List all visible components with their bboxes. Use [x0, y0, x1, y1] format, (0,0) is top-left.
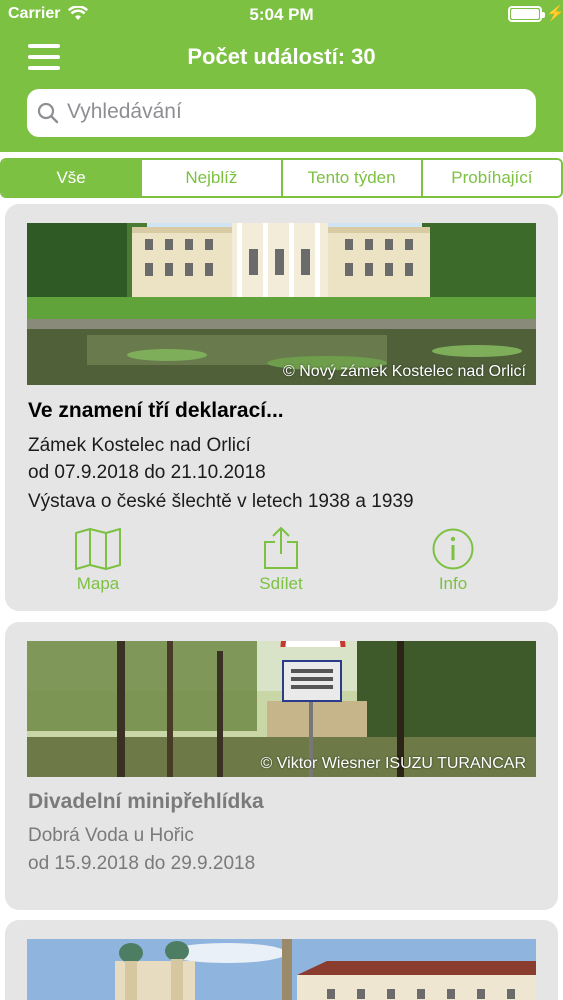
info-icon [403, 528, 503, 570]
map-button[interactable]: Mapa [48, 528, 148, 594]
event-place: Dobrá Voda u Hořic [28, 825, 194, 846]
map-label: Mapa [76, 574, 120, 593]
event-description: Výstava o české šlechtě v letech 1938 a … [28, 491, 414, 512]
event-image: © Nový zámek Kostelec nad Orlicí [27, 223, 536, 385]
event-dates: od 15.9.2018 do 29.9.2018 [28, 853, 256, 874]
search-icon [37, 102, 59, 129]
filter-tabs: Vše Nejblíž Tento týden Probíhající [0, 158, 563, 198]
share-icon [231, 526, 331, 570]
tab-ongoing[interactable]: Probíhající [420, 160, 561, 196]
info-button[interactable]: Info [403, 528, 503, 594]
tab-this-week[interactable]: Tento týden [280, 160, 421, 196]
event-place: Zámek Kostelec nad Orlicí [28, 435, 251, 456]
event-dates: od 07.9.2018 do 21.10.2018 [28, 462, 266, 483]
map-icon [48, 528, 148, 570]
battery-icon [508, 6, 545, 22]
event-title: Ve znamení tří deklarací... [28, 399, 284, 422]
search-input[interactable]: Vyhledávání [27, 89, 536, 137]
event-image: © Viktor Wiesner ISUZU TURANCAR [27, 641, 536, 777]
share-label: Sdílet [259, 574, 303, 593]
top-bar: Carrier 5:04 PM ⚡ Počet událostí: 30 Vyh… [0, 0, 563, 152]
tab-nearest[interactable]: Nejblíž [140, 160, 281, 196]
image-credit: © Viktor Wiesner ISUZU TURANCAR [260, 755, 526, 772]
charging-icon: ⚡ [546, 5, 563, 22]
event-card[interactable] [5, 920, 558, 1000]
tab-all[interactable]: Vše [2, 160, 141, 196]
share-button[interactable]: Sdílet [231, 526, 331, 594]
info-label: Info [438, 574, 468, 593]
status-bar: Carrier 5:04 PM ⚡ [0, 0, 563, 30]
event-image [27, 939, 536, 1000]
event-card[interactable]: © Nový zámek Kostelec nad Orlicí Ve znam… [5, 204, 558, 611]
event-title: Divadelní minipřehlídka [28, 790, 264, 813]
search-placeholder: Vyhledávání [67, 100, 182, 123]
page-title: Počet událostí: 30 [187, 44, 376, 69]
clock: 5:04 PM [249, 5, 314, 24]
event-card[interactable]: © Viktor Wiesner ISUZU TURANCAR Divadeln… [5, 622, 558, 910]
image-credit: © Nový zámek Kostelec nad Orlicí [283, 363, 526, 380]
